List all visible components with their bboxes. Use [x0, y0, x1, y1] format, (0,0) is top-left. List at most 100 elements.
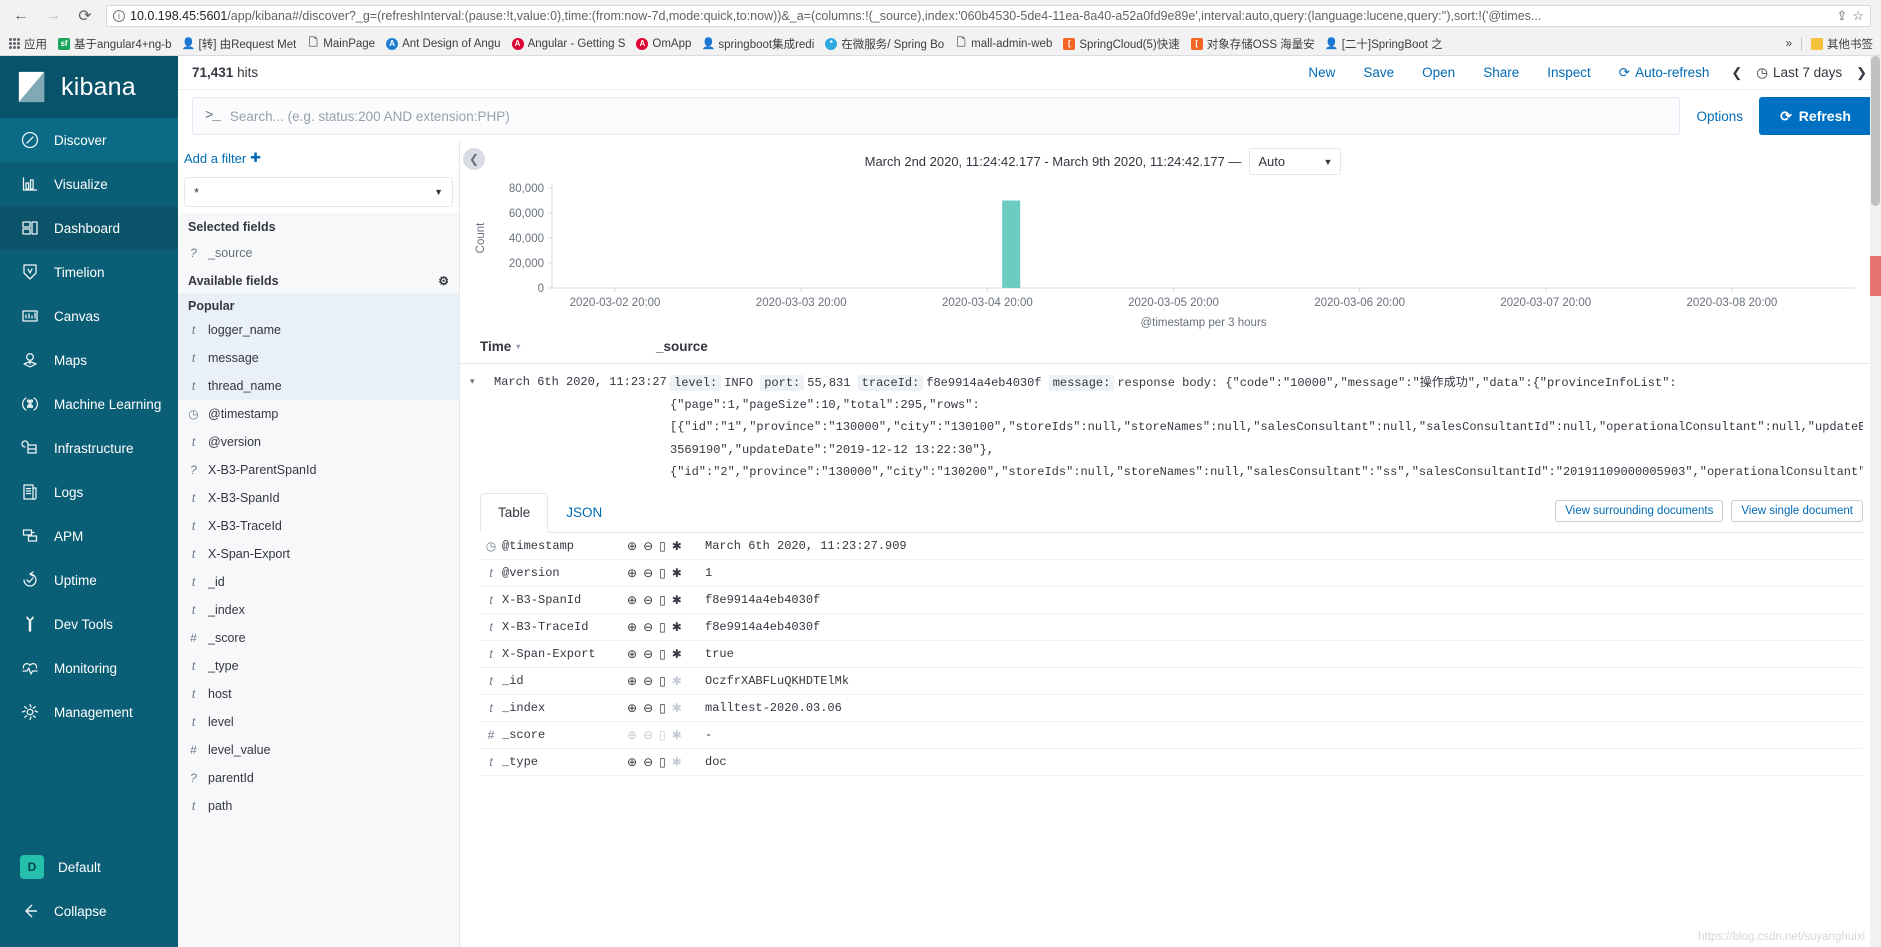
zoom-in-icon[interactable]: ⊕: [627, 729, 637, 741]
bookmark-item[interactable]: * 在微服务/ Spring Bo: [825, 36, 944, 52]
bookmark-item[interactable]: 👤 [转] 由Request Met: [182, 36, 297, 52]
field-item-level_value[interactable]: # level_value: [178, 736, 459, 764]
toggle-column-icon[interactable]: ▯: [659, 675, 666, 687]
back-button[interactable]: ←: [10, 5, 32, 27]
field-item-_score[interactable]: # _score: [178, 624, 459, 652]
field-item-_id[interactable]: t _id: [178, 568, 459, 596]
filter-exists-icon[interactable]: ✱: [672, 621, 682, 633]
space-selector[interactable]: D Default: [0, 845, 178, 889]
topbar-share-button[interactable]: Share: [1469, 56, 1533, 90]
bookmark-item[interactable]: A Angular - Getting S: [511, 37, 625, 50]
query-input-wrapper[interactable]: >_: [192, 97, 1681, 135]
auto-refresh-button[interactable]: ⟳ Auto-refresh: [1605, 56, 1724, 90]
field-item-_type[interactable]: t _type: [178, 652, 459, 680]
toggle-column-icon[interactable]: ▯: [659, 756, 666, 768]
sidebar-item-dev-tools[interactable]: Dev Tools: [0, 602, 178, 646]
toggle-column-icon[interactable]: ▯: [659, 540, 666, 552]
toggle-column-icon[interactable]: ▯: [659, 621, 666, 633]
field-item-parentId[interactable]: ? parentId: [178, 764, 459, 792]
field-item-@timestamp[interactable]: ◷ @timestamp: [178, 400, 459, 428]
forward-button[interactable]: →: [42, 5, 64, 27]
time-picker-button[interactable]: ◷ Last 7 days: [1750, 56, 1848, 90]
query-options-button[interactable]: Options: [1680, 90, 1759, 142]
expand-row-toggle[interactable]: ▾: [470, 372, 494, 483]
sidebar-item-monitoring[interactable]: Monitoring: [0, 646, 178, 690]
zoom-out-icon[interactable]: ⊖: [643, 756, 653, 768]
histogram-chart[interactable]: 0 20,000 40,000 60,000 80,000 Count 2020-03-02…: [460, 170, 1881, 330]
bookmark-item[interactable]: A Ant Design of Angu: [386, 37, 501, 50]
bookmark-item[interactable]: 🗋 mall-admin-web: [955, 37, 1053, 50]
view-surrounding-documents-button[interactable]: View surrounding documents: [1555, 499, 1724, 522]
field-item-message[interactable]: t message: [178, 344, 459, 372]
tab-table[interactable]: Table: [480, 492, 549, 533]
toggle-column-icon[interactable]: ▯: [659, 567, 666, 579]
collapse-nav-button[interactable]: Collapse: [0, 889, 178, 933]
filter-exists-icon[interactable]: ✱: [672, 567, 682, 579]
site-info-icon[interactable]: i: [113, 10, 125, 22]
sidebar-item-visualize[interactable]: Visualize: [0, 162, 178, 206]
zoom-in-icon[interactable]: ⊕: [627, 567, 637, 579]
filter-exists-icon[interactable]: ✱: [672, 540, 682, 552]
sidebar-item-infrastructure[interactable]: Infrastructure: [0, 426, 178, 470]
zoom-out-icon[interactable]: ⊖: [643, 702, 653, 714]
field-item-logger_name[interactable]: t logger_name: [178, 316, 459, 344]
tab-json[interactable]: JSON: [548, 493, 620, 533]
zoom-out-icon[interactable]: ⊖: [643, 675, 653, 687]
sidebar-item-dashboard[interactable]: Dashboard: [0, 206, 178, 250]
bookmarks-overflow-chevron[interactable]: »: [1786, 38, 1792, 50]
view-single-document-button[interactable]: View single document: [1731, 499, 1863, 522]
topbar-inspect-button[interactable]: Inspect: [1533, 56, 1605, 90]
bookmark-star-icon[interactable]: ☆: [1852, 8, 1864, 24]
sidebar-item-apm[interactable]: APM: [0, 514, 178, 558]
toggle-column-icon[interactable]: ▯: [659, 702, 666, 714]
field-item-X-B3-TraceId[interactable]: t X-B3-TraceId: [178, 512, 459, 540]
zoom-in-icon[interactable]: ⊕: [627, 540, 637, 552]
zoom-in-icon[interactable]: ⊕: [627, 621, 637, 633]
zoom-in-icon[interactable]: ⊕: [627, 594, 637, 606]
time-prev-button[interactable]: ❮: [1723, 65, 1750, 81]
field-item-X-B3-SpanId[interactable]: t X-B3-SpanId: [178, 484, 459, 512]
zoom-out-icon[interactable]: ⊖: [643, 594, 653, 606]
zoom-out-icon[interactable]: ⊖: [643, 729, 653, 741]
filter-exists-icon[interactable]: ✱: [672, 702, 682, 714]
bookmark-item[interactable]: A OmApp: [636, 37, 691, 50]
scrollbar-thumb[interactable]: [1871, 56, 1880, 206]
topbar-new-button[interactable]: New: [1294, 56, 1349, 90]
toggle-column-icon[interactable]: ▯: [659, 729, 666, 741]
index-pattern-selector[interactable]: * ▼: [184, 177, 453, 207]
field-item-_source[interactable]: ? _source: [178, 239, 459, 267]
toggle-column-icon[interactable]: ▯: [659, 648, 666, 660]
bookmark-other[interactable]: 其他书签: [1811, 36, 1873, 52]
sidebar-item-management[interactable]: Management: [0, 690, 178, 734]
add-filter-button[interactable]: Add a filter ✚: [178, 142, 459, 174]
zoom-out-icon[interactable]: ⊖: [643, 648, 653, 660]
zoom-out-icon[interactable]: ⊖: [643, 540, 653, 552]
bookmark-item[interactable]: 👤 [二十]SpringBoot 之: [1325, 36, 1443, 52]
collapse-chart-icon[interactable]: ❮: [463, 148, 485, 170]
zoom-out-icon[interactable]: ⊖: [643, 621, 653, 633]
refresh-button[interactable]: ⟳ Refresh: [1759, 97, 1872, 135]
field-item-X-Span-Export[interactable]: t X-Span-Export: [178, 540, 459, 568]
column-header-time[interactable]: Time ▾: [480, 339, 656, 354]
zoom-out-icon[interactable]: ⊖: [643, 567, 653, 579]
field-item-host[interactable]: t host: [178, 680, 459, 708]
topbar-open-button[interactable]: Open: [1408, 56, 1469, 90]
field-item-thread_name[interactable]: t thread_name: [178, 372, 459, 400]
field-item-X-B3-ParentSpanId[interactable]: ? X-B3-ParentSpanId: [178, 456, 459, 484]
field-item-level[interactable]: t level: [178, 708, 459, 736]
sidebar-item-uptime[interactable]: Uptime: [0, 558, 178, 602]
sidebar-item-maps[interactable]: Maps: [0, 338, 178, 382]
zoom-in-icon[interactable]: ⊕: [627, 702, 637, 714]
page-scrollbar[interactable]: [1870, 56, 1881, 947]
reload-button[interactable]: ⟳: [74, 5, 96, 27]
sidebar-item-machine-learning[interactable]: Machine Learning: [0, 382, 178, 426]
field-item-_index[interactable]: t _index: [178, 596, 459, 624]
field-settings-gear-icon[interactable]: ⚙: [438, 274, 449, 288]
sidebar-item-timelion[interactable]: Timelion: [0, 250, 178, 294]
address-bar[interactable]: i 10.0.198.45:5601/app/kibana#/discover?…: [106, 5, 1871, 27]
field-item-path[interactable]: t path: [178, 792, 459, 820]
filter-exists-icon[interactable]: ✱: [672, 756, 682, 768]
zoom-in-icon[interactable]: ⊕: [627, 648, 637, 660]
filter-exists-icon[interactable]: ✱: [672, 594, 682, 606]
bookmark-item[interactable]: 👤 springboot集成redi: [702, 36, 815, 52]
